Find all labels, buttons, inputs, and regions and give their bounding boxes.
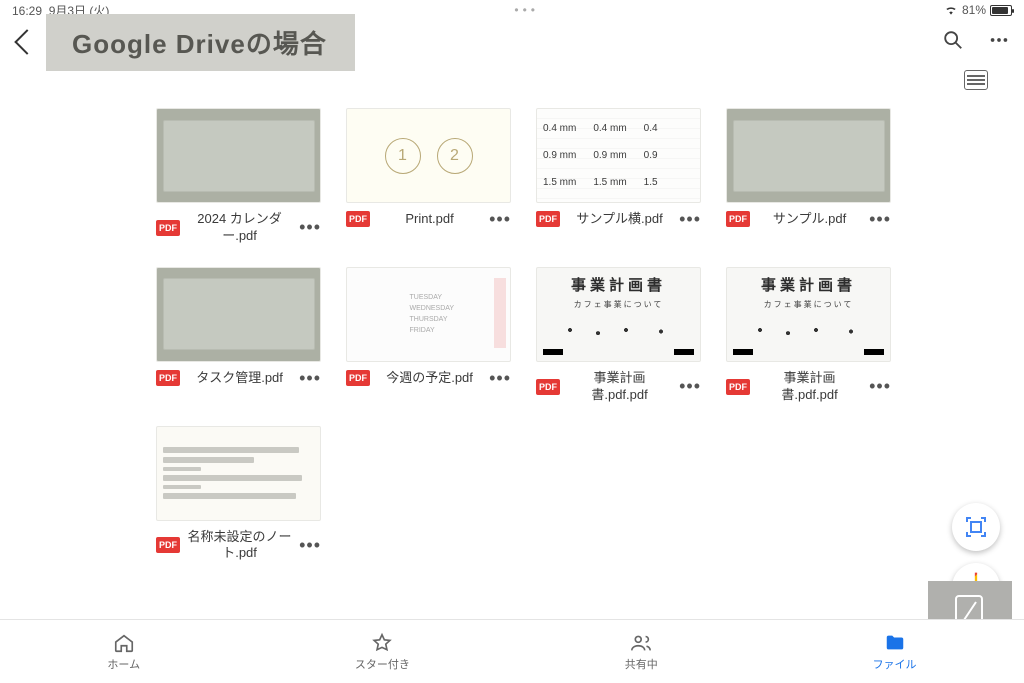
file-more-button[interactable]: ••• <box>869 215 891 224</box>
file-name: 2024 カレンダー.pdf <box>186 211 293 245</box>
battery-icon <box>990 5 1012 16</box>
file-name: 今週の予定.pdf <box>376 370 483 387</box>
tab-starred[interactable]: スター付き <box>355 632 410 672</box>
page-title: Google Driveの場合 <box>46 14 355 71</box>
pdf-icon: PDF <box>156 220 180 236</box>
tab-bar: ホーム スター付き 共有中 ファイル <box>0 619 1024 683</box>
more-button[interactable] <box>988 29 1010 56</box>
file-card[interactable]: 事業計画書 カフェ事業について PDF 事業計画書.pdf.pdf ••• <box>726 267 906 404</box>
file-thumbnail <box>156 108 321 203</box>
file-card[interactable]: 事業計画書 カフェ事業について PDF 事業計画書.pdf.pdf ••• <box>536 267 716 404</box>
file-card[interactable]: PDF タスク管理.pdf ••• <box>156 267 336 404</box>
file-name: 名称未設定のノート.pdf <box>186 529 293 563</box>
people-icon <box>630 632 652 654</box>
pdf-icon: PDF <box>726 211 750 227</box>
pdf-icon: PDF <box>536 379 560 395</box>
file-name: タスク管理.pdf <box>186 370 293 387</box>
file-more-button[interactable]: ••• <box>679 382 701 391</box>
wifi-icon <box>944 5 958 15</box>
scan-fab[interactable] <box>952 503 1000 551</box>
file-name: サンプル.pdf <box>756 211 863 228</box>
file-more-button[interactable]: ••• <box>869 382 891 391</box>
status-right: 81% <box>944 3 1012 17</box>
home-icon <box>113 632 135 654</box>
pdf-icon: PDF <box>156 370 180 386</box>
tab-shared[interactable]: 共有中 <box>625 632 658 672</box>
file-card[interactable]: PDF サンプル.pdf ••• <box>726 108 906 245</box>
folder-icon <box>884 632 906 654</box>
list-view-toggle[interactable] <box>964 70 988 90</box>
star-icon <box>371 632 393 654</box>
file-more-button[interactable]: ••• <box>489 374 511 383</box>
file-grid: PDF 2024 カレンダー.pdf ••• 1 2 PDF Print.pdf… <box>0 90 1024 562</box>
file-name: サンプル横.pdf <box>566 211 673 228</box>
battery-percent: 81% <box>962 3 986 17</box>
file-thumbnail: 1 2 <box>346 108 511 203</box>
back-button[interactable] <box>14 29 39 54</box>
status-time: 16:29 <box>12 4 42 18</box>
tab-label: ホーム <box>107 656 140 672</box>
more-horizontal-icon <box>988 29 1010 51</box>
file-name: Print.pdf <box>376 211 483 228</box>
file-thumbnail <box>156 267 321 362</box>
tab-label: スター付き <box>355 656 410 672</box>
file-more-button[interactable]: ••• <box>679 215 701 224</box>
pdf-icon: PDF <box>346 211 370 227</box>
pdf-icon: PDF <box>346 370 370 386</box>
file-card[interactable]: PDF 名称未設定のノート.pdf ••• <box>156 426 336 563</box>
file-thumbnail: 事業計画書 カフェ事業について <box>726 267 891 362</box>
file-thumbnail <box>726 108 891 203</box>
file-card[interactable]: TUESDAY WEDNESDAY THURSDAY FRIDAY PDF 今週… <box>346 267 526 404</box>
file-thumbnail: 0.4 mm 0.4 mm 0.4 0.9 mm 0.9 mm 0.9 1.5 … <box>536 108 701 203</box>
file-more-button[interactable]: ••• <box>299 223 321 232</box>
file-thumbnail: 事業計画書 カフェ事業について <box>536 267 701 362</box>
tab-label: 共有中 <box>625 656 658 672</box>
pdf-icon: PDF <box>156 537 180 553</box>
tab-home[interactable]: ホーム <box>107 632 140 672</box>
pdf-icon: PDF <box>536 211 560 227</box>
file-card[interactable]: PDF 2024 カレンダー.pdf ••• <box>156 108 336 245</box>
file-card[interactable]: 0.4 mm 0.4 mm 0.4 0.9 mm 0.9 mm 0.9 1.5 … <box>536 108 716 245</box>
file-name: 事業計画書.pdf.pdf <box>756 370 863 404</box>
file-name: 事業計画書.pdf.pdf <box>566 370 673 404</box>
search-button[interactable] <box>942 29 964 56</box>
scan-icon <box>964 515 988 539</box>
file-thumbnail: TUESDAY WEDNESDAY THURSDAY FRIDAY <box>346 267 511 362</box>
file-card[interactable]: 1 2 PDF Print.pdf ••• <box>346 108 526 245</box>
file-more-button[interactable]: ••• <box>299 374 321 383</box>
file-thumbnail <box>156 426 321 521</box>
file-more-button[interactable]: ••• <box>489 215 511 224</box>
app-bar: Google Driveの場合 <box>0 20 1024 64</box>
search-icon <box>942 29 964 51</box>
pdf-icon: PDF <box>726 379 750 395</box>
tab-label: ファイル <box>873 656 917 672</box>
tab-files[interactable]: ファイル <box>873 632 917 672</box>
file-more-button[interactable]: ••• <box>299 541 321 550</box>
